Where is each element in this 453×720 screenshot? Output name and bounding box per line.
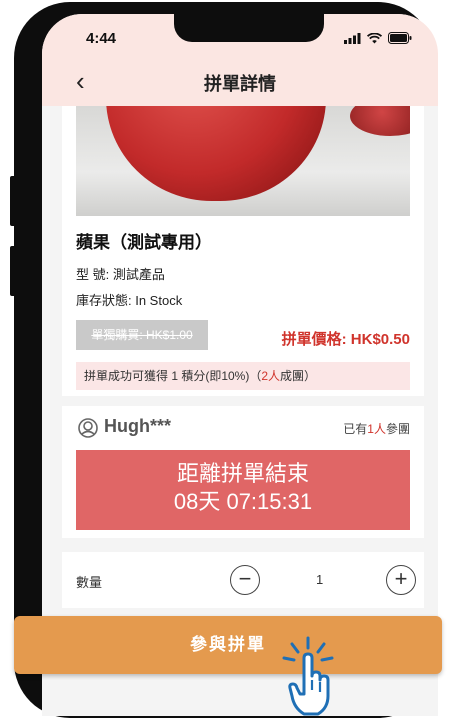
product-card: 蘋果（測試專用） 型 號: 測試產品 庫存狀態: In Stock 單獨購買: … xyxy=(62,106,424,396)
points-suffix: 成團） xyxy=(280,369,317,383)
countdown-label: 距離拼單結束 xyxy=(176,461,309,486)
quantity-stepper: 數量 − 1 + xyxy=(62,552,424,608)
status-time: 4:44 xyxy=(86,30,117,47)
original-price: 單獨購買: HK$1.00 xyxy=(76,320,208,350)
battery-icon xyxy=(388,32,412,44)
minus-icon[interactable]: − xyxy=(230,565,260,595)
joined-prefix: 已有 xyxy=(343,422,368,436)
signal-icon xyxy=(344,32,361,44)
product-stock: 庫存狀態: In Stock xyxy=(76,293,183,308)
joined-suffix: 參團 xyxy=(385,422,410,436)
product-model: 型 號: 測試產品 xyxy=(76,267,165,282)
quantity-value[interactable]: 1 xyxy=(316,572,323,587)
joined-number: 1人 xyxy=(367,422,386,436)
apple-shape xyxy=(106,106,326,201)
joined-count: 已有1人參團 xyxy=(343,420,410,437)
product-name: 蘋果（測試專用） xyxy=(76,233,212,252)
group-price: 拼單價格: HK$0.50 xyxy=(281,331,410,348)
quantity-label: 數量 xyxy=(76,575,103,590)
hand-pointer-icon xyxy=(282,636,334,716)
wifi-icon xyxy=(367,32,382,43)
app-screen: 4:44 ‹ 拼單詳情 蘋果（測試專用） 型 號: 測試產品 庫存狀態: In … xyxy=(42,14,438,716)
user-avatar-icon xyxy=(78,418,98,438)
nav-bar: ‹ 拼單詳情 xyxy=(42,58,438,106)
join-group-button[interactable]: 參與拼單 xyxy=(14,616,442,674)
host-name: Hugh*** xyxy=(104,416,171,436)
product-image xyxy=(76,106,410,216)
points-highlight: 2人 xyxy=(261,369,281,383)
status-icons xyxy=(344,32,412,44)
points-prefix: 拼單成功可獲得 1 積分(即10%)（ xyxy=(84,369,262,383)
page-title: 拼單詳情 xyxy=(204,74,276,94)
phone-body: 4:44 ‹ 拼單詳情 蘋果（測試專用） 型 號: 測試產品 庫存狀態: In … xyxy=(14,2,438,718)
phone-notch xyxy=(174,14,324,42)
points-info: 拼單成功可獲得 1 積分(即10%)（2人成團） xyxy=(76,362,410,390)
apple-shape xyxy=(350,106,410,136)
countdown-time: 08天 07:15:31 xyxy=(173,489,313,514)
group-host-card: Hugh*** 已有1人參團 距離拼單結束 08天 07:15:31 xyxy=(62,406,424,538)
countdown-banner: 距離拼單結束 08天 07:15:31 xyxy=(76,450,410,530)
plus-icon[interactable]: + xyxy=(386,565,416,595)
